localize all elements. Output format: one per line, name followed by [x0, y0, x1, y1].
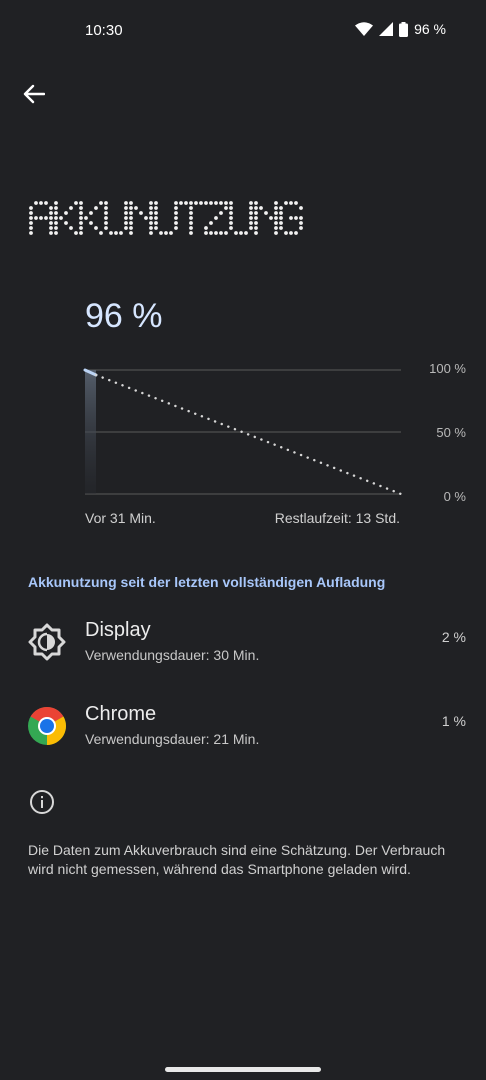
- y-tick-label: 50 %: [436, 425, 466, 440]
- chrome-icon: [28, 707, 66, 745]
- gesture-navigation-bar[interactable]: [165, 1067, 321, 1072]
- status-time: 10:30: [85, 22, 123, 39]
- battery-usage-screen: 10:30 96 % 96 % 100 % 50 % 0 % Vor 31 Mi…: [0, 0, 486, 1080]
- usage-item-percent: 1 %: [441, 713, 466, 729]
- display-brightness-icon: [28, 623, 66, 661]
- estimate-disclaimer: Die Daten zum Akkuverbrauch sind eine Sc…: [28, 842, 446, 877]
- chart-usage-bar: [85, 370, 96, 494]
- battery-chart: 100 % 50 % 0 %: [0, 355, 486, 535]
- status-bar: 10:30 96 %: [0, 0, 486, 60]
- chart-projection-line: [94, 373, 403, 496]
- battery-level: 96 %: [85, 297, 163, 335]
- usage-item-name: Display: [85, 619, 151, 641]
- arrow-back-icon: [23, 84, 45, 104]
- info-icon: [29, 789, 55, 815]
- page-title: [28, 196, 328, 246]
- usage-item-percent: 2 %: [441, 629, 466, 645]
- usage-item-chrome[interactable]: Chrome Verwendungsdauer: 21 Min. 1 %: [0, 695, 486, 767]
- wifi-icon: [355, 22, 374, 36]
- y-tick-label: 0 %: [443, 489, 466, 504]
- status-icons: 96 %: [355, 21, 446, 37]
- battery-chart-svg: [83, 368, 403, 496]
- usage-item-display[interactable]: Display Verwendungsdauer: 30 Min. 2 %: [0, 611, 486, 683]
- back-button[interactable]: [18, 78, 50, 110]
- signal-icon: [379, 22, 394, 36]
- chart-start-label: Vor 31 Min.: [85, 510, 156, 526]
- usage-item-duration: Verwendungsdauer: 30 Min.: [85, 647, 260, 663]
- battery-icon: [399, 21, 409, 37]
- page-title-dots: [29, 201, 303, 235]
- battery-percent: 96 %: [414, 21, 446, 37]
- usage-item-name: Chrome: [85, 703, 157, 725]
- y-tick-label: 100 %: [429, 361, 466, 376]
- section-header: Akkunutzung seit der letzten vollständig…: [28, 574, 386, 590]
- chart-remaining-label: Restlaufzeit: 13 Std.: [274, 510, 400, 526]
- usage-item-duration: Verwendungsdauer: 21 Min.: [85, 731, 260, 747]
